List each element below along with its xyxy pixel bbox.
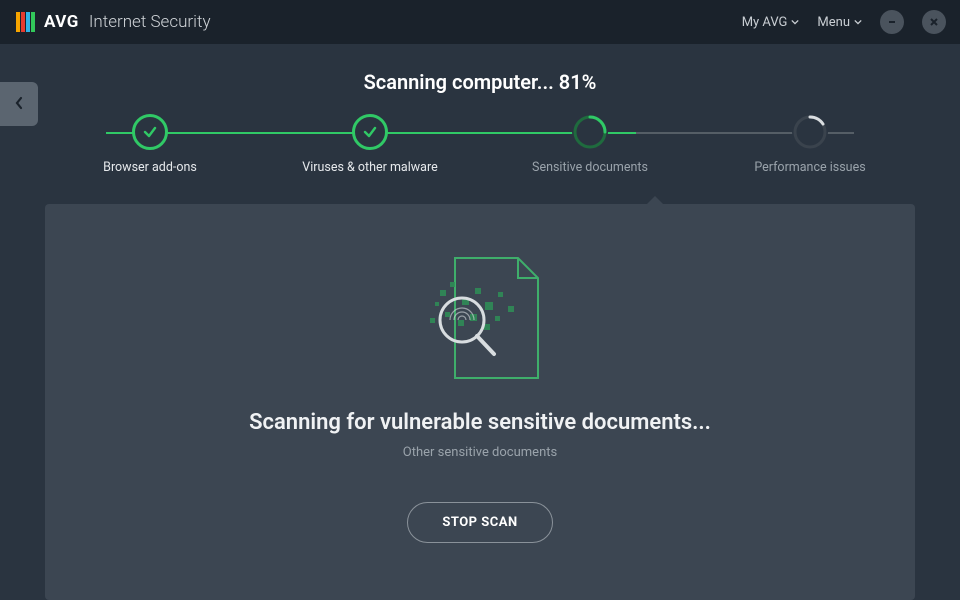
my-avg-menu[interactable]: My AVG bbox=[742, 15, 800, 30]
step-viruses-malware[interactable]: Viruses & other malware bbox=[290, 114, 450, 175]
step-status-icon bbox=[792, 114, 828, 150]
step-performance-issues[interactable]: Performance issues bbox=[730, 114, 890, 175]
scan-detail-panel: Scanning for vulnerable sensitive docume… bbox=[45, 204, 915, 600]
chevron-left-icon bbox=[14, 95, 24, 114]
step-browser-addons[interactable]: Browser add-ons bbox=[70, 114, 230, 175]
scan-percent: 81% bbox=[559, 70, 597, 94]
minimize-button[interactable] bbox=[880, 10, 904, 34]
avg-logo-icon bbox=[14, 10, 38, 34]
menu-label: Menu bbox=[817, 15, 850, 30]
chevron-down-icon bbox=[854, 15, 862, 30]
step-status-icon bbox=[132, 114, 168, 150]
step-label: Sensitive documents bbox=[532, 160, 648, 175]
step-status-icon bbox=[352, 114, 388, 150]
scan-title-text: Scanning computer... bbox=[364, 70, 559, 94]
step-label: Performance issues bbox=[754, 160, 865, 175]
brand-name: AVG bbox=[44, 12, 79, 32]
step-label: Browser add-ons bbox=[103, 160, 197, 175]
sensitive-document-scan-icon bbox=[390, 240, 570, 390]
chevron-down-icon bbox=[791, 15, 799, 30]
scan-heading: Scanning for vulnerable sensitive docume… bbox=[249, 410, 711, 435]
title-bar: AVG Internet Security My AVG Menu bbox=[0, 0, 960, 44]
step-status-icon bbox=[572, 114, 608, 150]
my-avg-label: My AVG bbox=[742, 15, 788, 30]
logo: AVG Internet Security bbox=[14, 10, 211, 34]
product-name: Internet Security bbox=[89, 12, 211, 32]
back-button[interactable] bbox=[0, 82, 38, 126]
scan-stepper: Browser add-ons Viruses & other malware … bbox=[70, 114, 890, 194]
close-button[interactable] bbox=[922, 10, 946, 34]
header-right: My AVG Menu bbox=[742, 10, 946, 34]
step-label: Viruses & other malware bbox=[302, 160, 437, 175]
scan-subtext: Other sensitive documents bbox=[403, 445, 557, 460]
stop-scan-button[interactable]: STOP SCAN bbox=[407, 502, 552, 543]
scan-progress-title: Scanning computer... 81% bbox=[0, 70, 960, 94]
step-sensitive-documents[interactable]: Sensitive documents bbox=[510, 114, 670, 175]
main-menu[interactable]: Menu bbox=[817, 15, 862, 30]
